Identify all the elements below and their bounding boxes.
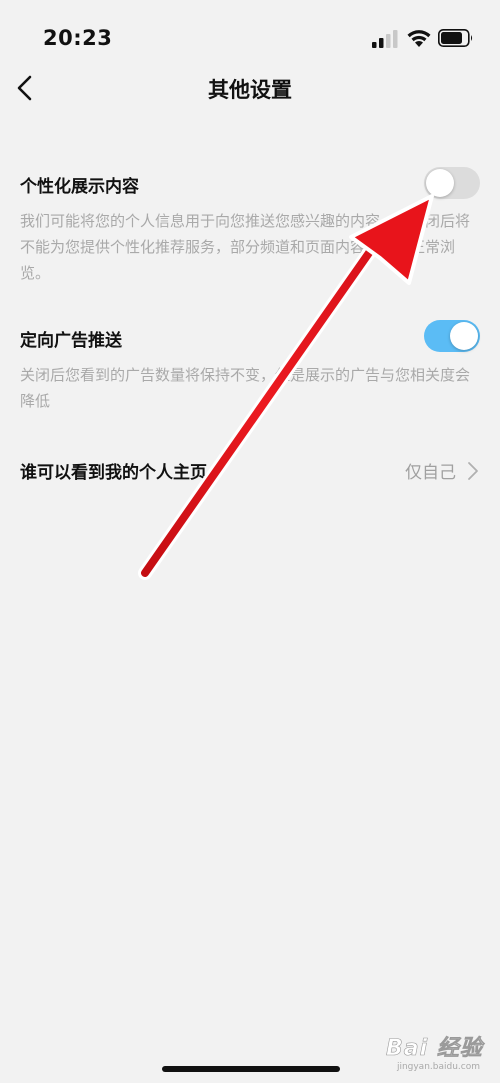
home-indicator[interactable] <box>162 1066 340 1072</box>
setting-profile-visibility[interactable]: 谁可以看到我的个人主页 仅自己 <box>20 452 480 488</box>
setting-label: 定向广告推送 <box>20 331 122 351</box>
watermark-text: Bai 经验 <box>386 1036 483 1062</box>
setting-description: 我们可能将您的个人信息用于向您推送您感兴趣的内容。您关闭后将不能为您提供个性化推… <box>20 212 471 282</box>
personalized-content-toggle[interactable] <box>424 167 480 199</box>
toggle-knob <box>426 169 454 197</box>
status-time: 20:23 <box>43 26 113 50</box>
nav-bar: 其他设置 <box>0 62 500 116</box>
status-bar: 20:23 <box>0 0 500 62</box>
watermark-url: jingyan.baidu.com <box>396 1062 480 1072</box>
setting-label: 谁可以看到我的个人主页 <box>20 463 207 483</box>
baidu-jingyan-watermark: Bai 经验 jingyan.baidu.com <box>386 1028 486 1078</box>
page-title: 其他设置 <box>208 78 292 102</box>
setting-targeted-ads: 定向广告推送 关闭后您看到的广告数量将保持不变，但是展示的广告与您相关度会降低 <box>20 320 480 420</box>
wifi-icon <box>407 30 431 47</box>
battery-icon <box>438 29 473 47</box>
setting-label: 个性化展示内容 <box>20 177 139 197</box>
setting-value: 仅自己 <box>405 463 456 483</box>
annotation-arrow <box>138 194 434 580</box>
targeted-ads-toggle[interactable] <box>424 320 480 352</box>
cellular-signal-icon <box>372 30 398 48</box>
chevron-right-icon <box>468 462 478 480</box>
setting-personalized-content: 个性化展示内容 我们可能将您的个人信息用于向您推送您感兴趣的内容。您关闭后将不能… <box>20 166 480 296</box>
toggle-knob <box>450 322 478 350</box>
setting-description: 关闭后您看到的广告数量将保持不变，但是展示的广告与您相关度会降低 <box>20 366 471 410</box>
